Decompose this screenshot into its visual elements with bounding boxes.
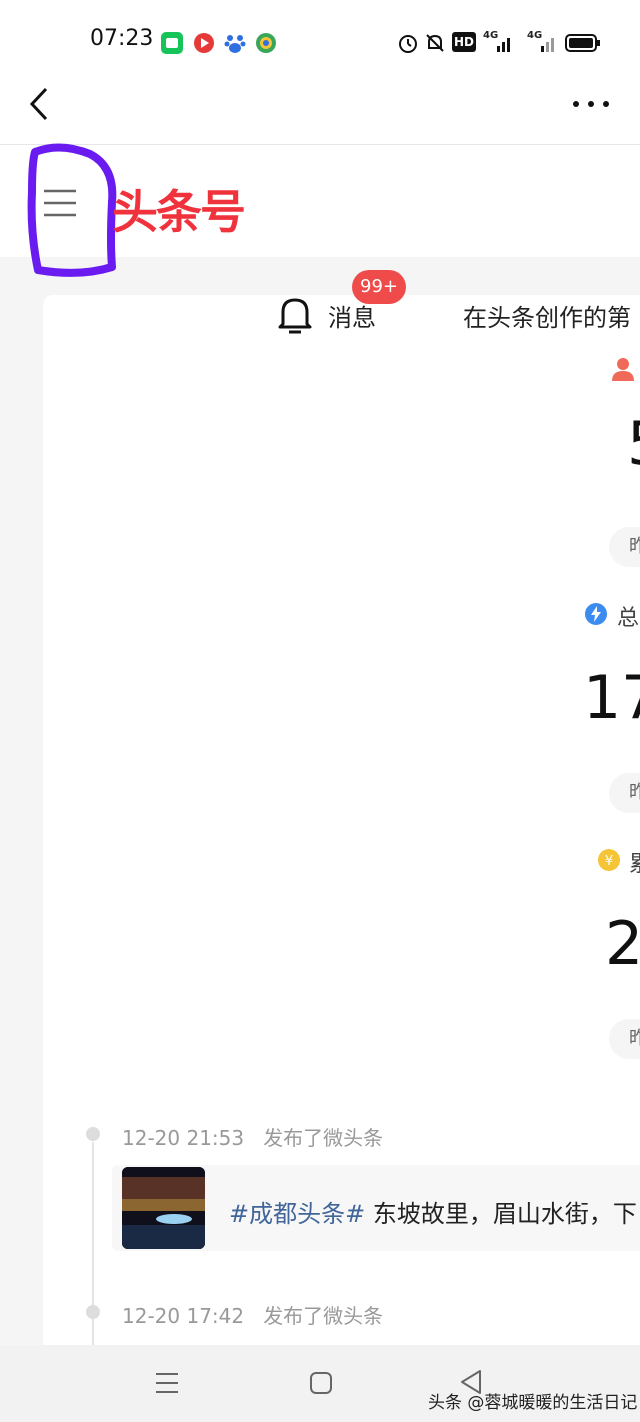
yuan-coin-icon: ¥ bbox=[597, 848, 621, 872]
square-icon[interactable] bbox=[308, 1370, 334, 1396]
mute-icon bbox=[424, 32, 446, 54]
timeline-timestamp: 12-20 17:42 bbox=[122, 1304, 245, 1328]
signal-4g-icon-2: 4G bbox=[527, 30, 559, 54]
stat-value: 17 bbox=[583, 663, 640, 733]
browser-app-icon bbox=[255, 32, 277, 54]
battery-icon bbox=[565, 33, 601, 53]
signal-4g-icon: 4G bbox=[483, 30, 515, 54]
more-horizontal-icon[interactable] bbox=[570, 92, 612, 116]
timeline-dot bbox=[86, 1305, 100, 1319]
user-icon bbox=[610, 356, 636, 382]
iqiyi-icon bbox=[161, 32, 183, 54]
stat-value: 5 bbox=[627, 414, 640, 474]
alarm-icon bbox=[397, 32, 419, 54]
timeline-line bbox=[92, 1142, 94, 1352]
post-snippet: 东坡故里，眉山水街，下 bbox=[365, 1200, 637, 1228]
lightning-icon bbox=[584, 602, 608, 626]
watermark: 头条 @蓉城暖暖的生活日记 bbox=[428, 1393, 638, 1413]
svg-text:¥: ¥ bbox=[605, 854, 613, 869]
baidu-icon bbox=[224, 32, 246, 54]
timeline-action: 发布了微头条 bbox=[263, 1126, 384, 1150]
annotation-circle bbox=[20, 142, 120, 284]
stat-value: 2 bbox=[605, 909, 640, 979]
timeline-action: 发布了微头条 bbox=[263, 1304, 384, 1328]
timeline-time: 12-20 17:42 发布了微头条 bbox=[122, 1300, 383, 1329]
timeline-timestamp: 12-20 21:53 bbox=[122, 1126, 245, 1150]
notification-badge: 99+ bbox=[352, 270, 406, 304]
menu-icon[interactable] bbox=[154, 1370, 180, 1396]
app-logo: 头条号 bbox=[112, 185, 246, 239]
timeline-time: 12-20 21:53 发布了微头条 bbox=[122, 1122, 383, 1151]
welcome-text: 在头条创作的第 bbox=[463, 304, 631, 332]
nav-bar bbox=[0, 84, 640, 145]
hashtag-link[interactable]: #成都头条# bbox=[229, 1200, 365, 1228]
stat-label: 总 bbox=[617, 606, 640, 631]
hd-icon: HD bbox=[452, 32, 476, 52]
timeline-dot bbox=[86, 1127, 100, 1141]
status-time: 07:23 bbox=[90, 26, 154, 51]
feed-text[interactable]: #成都头条# 东坡故里，眉山水街，下 bbox=[229, 1194, 637, 1229]
video-app-icon bbox=[193, 32, 215, 54]
bell-icon[interactable] bbox=[275, 294, 315, 336]
chevron-left-icon[interactable] bbox=[22, 84, 58, 124]
stat-label: 累 bbox=[629, 846, 640, 878]
post-thumbnail[interactable] bbox=[122, 1167, 205, 1249]
